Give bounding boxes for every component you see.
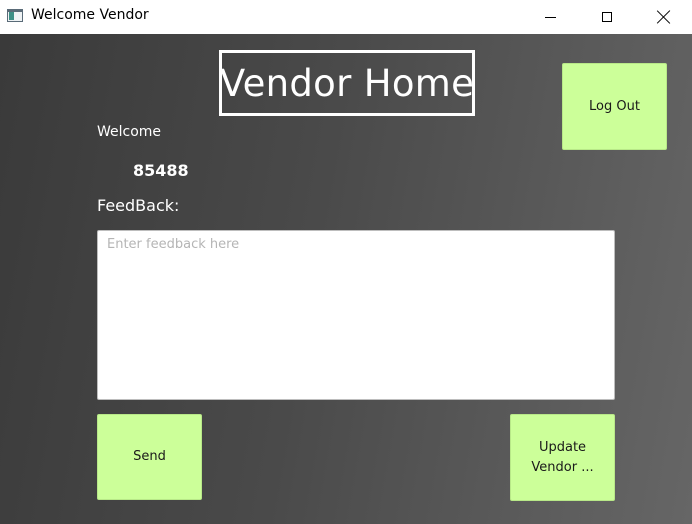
app-icon	[7, 9, 23, 22]
window-titlebar: Welcome Vendor	[0, 0, 692, 34]
feedback-input[interactable]	[97, 230, 615, 400]
window-title: Welcome Vendor	[31, 7, 149, 23]
vendor-home-panel: Vendor Home Log Out Welcome 85488 FeedBa…	[0, 34, 692, 524]
minimize-button[interactable]	[527, 0, 573, 34]
close-button[interactable]	[641, 0, 687, 34]
update-vendor-button[interactable]: Update Vendor ...	[510, 414, 615, 501]
logout-button[interactable]: Log Out	[562, 63, 667, 150]
send-button[interactable]: Send	[97, 414, 202, 500]
page-title: Vendor Home	[219, 50, 475, 116]
vendor-id: 85488	[133, 161, 189, 180]
maximize-button[interactable]	[584, 0, 630, 34]
feedback-label: FeedBack:	[97, 196, 180, 215]
minimize-icon	[544, 16, 556, 18]
maximize-icon	[602, 12, 612, 22]
welcome-label: Welcome	[97, 124, 162, 140]
close-icon	[657, 10, 671, 24]
